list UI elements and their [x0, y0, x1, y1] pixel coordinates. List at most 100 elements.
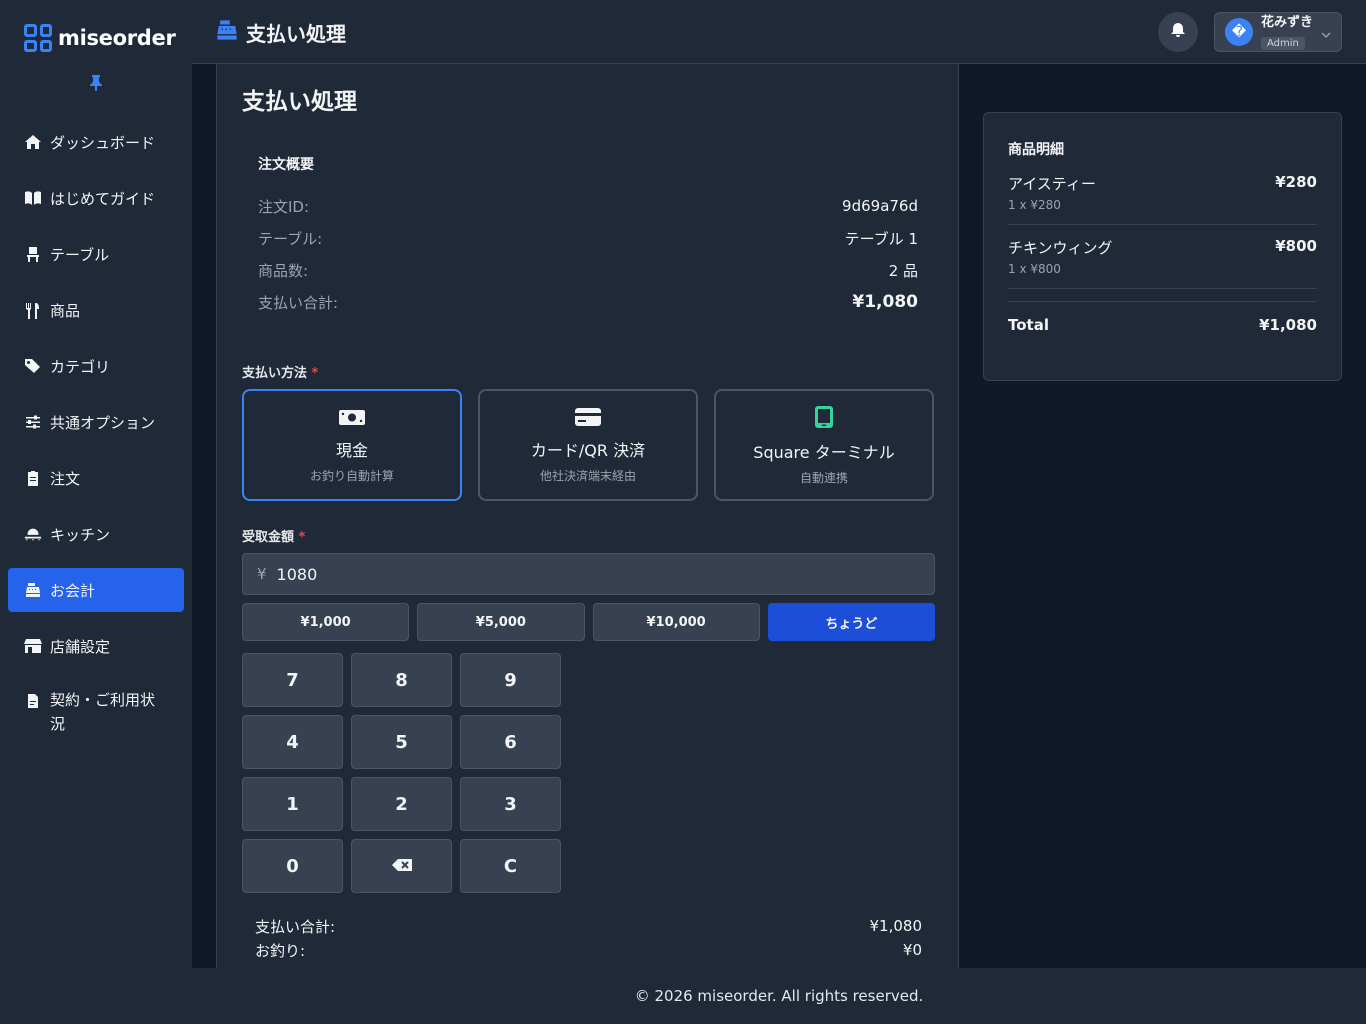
- order-summary-heading: 注文概要: [258, 157, 314, 173]
- keypad-2-button[interactable]: 2: [351, 777, 452, 831]
- sidebar-item-label: 注文: [50, 469, 81, 488]
- method-square-terminal-button[interactable]: Square ターミナル 自動連携: [714, 389, 934, 501]
- keypad-4-button[interactable]: 4: [242, 715, 343, 769]
- sidebar-item-tables[interactable]: テーブル: [8, 232, 184, 276]
- sidebar-item-categories[interactable]: カテゴリ: [8, 344, 184, 388]
- quick-amount-buttons: ¥1,000 ¥5,000 ¥10,000 ちょうど: [242, 603, 935, 641]
- avatar: �: [1225, 18, 1253, 46]
- keypad-backspace-button[interactable]: [351, 839, 452, 893]
- sidebar-item-contract[interactable]: 契約・ご利用状況: [8, 680, 184, 736]
- sidebar-item-label: キッチン: [50, 525, 111, 544]
- received-amount-field[interactable]: ¥: [242, 553, 935, 595]
- sidebar-item-label: 店舗設定: [50, 637, 111, 656]
- sidebar-item-label: 共通オプション: [50, 413, 156, 432]
- credit-card-icon: [574, 407, 602, 431]
- tags-icon: [24, 357, 42, 375]
- book-icon: [24, 189, 42, 207]
- tablet-icon: [814, 405, 834, 433]
- top-header: 支払い処理 � 花みずき Admin: [192, 0, 1366, 64]
- keypad-5-button[interactable]: 5: [351, 715, 452, 769]
- list-item: アイスティー ¥280 1 x ¥280: [1008, 173, 1317, 225]
- footer: © 2026 miseorder. All rights reserved.: [192, 968, 1366, 1024]
- currency-prefix: ¥: [257, 565, 267, 583]
- payment-calculation: 支払い合計: ¥1,080 お釣り: ¥0: [255, 914, 922, 962]
- sidebar-item-dashboard[interactable]: ダッシュボード: [8, 120, 184, 164]
- keypad-0-button[interactable]: 0: [242, 839, 343, 893]
- keypad-1-button[interactable]: 1: [242, 777, 343, 831]
- received-amount-label: 受取金額 *: [242, 530, 306, 545]
- payment-panel: 支払い処理 注文概要 注文ID: 9d69a76d テーブル: テーブル 1 商…: [216, 64, 959, 968]
- method-cash-button[interactable]: 現金 お釣り自動計算: [242, 389, 462, 501]
- utensils-icon: [24, 301, 42, 319]
- sidebar-item-guide[interactable]: はじめてガイド: [8, 176, 184, 220]
- page-title: 支払い処理: [242, 89, 357, 115]
- header-title-text: 支払い処理: [246, 22, 346, 46]
- home-icon: [24, 133, 42, 151]
- user-role-badge: Admin: [1261, 36, 1305, 50]
- cash-register-icon: [24, 581, 42, 599]
- sidebar-item-label: 商品: [50, 301, 81, 320]
- backspace-icon: [391, 856, 413, 877]
- sidebar-item-products[interactable]: 商品: [8, 288, 184, 332]
- detail-total-row: Total ¥1,080: [1008, 316, 1317, 334]
- received-amount-input[interactable]: [276, 564, 877, 584]
- sidebar-item-checkout[interactable]: お会計: [8, 568, 184, 612]
- bell-icon: [1171, 22, 1185, 42]
- user-name: 花みずき: [1261, 14, 1314, 30]
- brand-logo[interactable]: miseorder: [24, 24, 176, 52]
- item-quantity: 1 x ¥800: [1008, 262, 1061, 276]
- payment-method-label: 支払い方法 *: [242, 366, 319, 381]
- header-title: 支払い処理: [216, 18, 346, 47]
- item-detail-panel: 商品明細 アイスティー ¥280 1 x ¥280 チキンウィング ¥800 1…: [983, 112, 1342, 381]
- calc-total-row: 支払い合計: ¥1,080: [255, 917, 922, 936]
- cash-icon: [338, 407, 366, 431]
- sidebar: miseorder ダッシュボード はじめてガイド テーブル 商品 カテゴリ 共…: [0, 0, 192, 1024]
- sidebar-nav: ダッシュボード はじめてガイド テーブル 商品 カテゴリ 共通オプション 注文: [8, 120, 184, 748]
- item-price: ¥280: [1275, 173, 1317, 191]
- sidebar-item-label: はじめてガイド: [50, 189, 156, 208]
- payment-method-options: 現金 お釣り自動計算 カード/QR 決済 他社決済端末経由 Square ターミ…: [242, 389, 935, 501]
- sidebar-item-options[interactable]: 共通オプション: [8, 400, 184, 444]
- sidebar-item-orders[interactable]: 注文: [8, 456, 184, 500]
- sidebar-item-kitchen[interactable]: キッチン: [8, 512, 184, 556]
- quick-amount-1000-button[interactable]: ¥1,000: [242, 603, 410, 641]
- divider: [1008, 301, 1317, 302]
- item-name: チキンウィング: [1008, 239, 1113, 257]
- method-card-qr-button[interactable]: カード/QR 決済 他社決済端末経由: [478, 389, 698, 501]
- chair-icon: [24, 245, 42, 263]
- sidebar-item-store-settings[interactable]: 店舗設定: [8, 624, 184, 668]
- contract-icon: [24, 692, 42, 710]
- store-icon: [24, 637, 42, 655]
- cash-register-icon: [216, 19, 238, 46]
- sidebar-item-label: カテゴリ: [50, 357, 111, 376]
- keypad-6-button[interactable]: 6: [460, 715, 561, 769]
- quick-amount-10000-button[interactable]: ¥10,000: [592, 603, 760, 641]
- calc-change-row: お釣り: ¥0: [255, 941, 922, 960]
- notification-button[interactable]: [1158, 12, 1198, 52]
- kitchen-icon: [24, 525, 42, 543]
- quick-amount-5000-button[interactable]: ¥5,000: [417, 603, 585, 641]
- summary-row-total: 支払い合計: ¥1,080: [258, 292, 918, 312]
- keypad-clear-button[interactable]: C: [460, 839, 561, 893]
- keypad-3-button[interactable]: 3: [460, 777, 561, 831]
- item-price: ¥800: [1275, 237, 1317, 255]
- summary-row-item-count: 商品数: 2 品: [258, 261, 918, 280]
- clipboard-icon: [24, 469, 42, 487]
- keypad-9-button[interactable]: 9: [460, 653, 561, 707]
- exact-amount-button[interactable]: ちょうど: [767, 603, 935, 641]
- numeric-keypad: 7 8 9 4 5 6 1 2 3 0 C: [242, 653, 561, 893]
- sliders-icon: [24, 413, 42, 431]
- list-item: チキンウィング ¥800 1 x ¥800: [1008, 237, 1317, 289]
- chevron-down-icon: [1321, 23, 1331, 42]
- qr-logo-icon: [24, 24, 52, 52]
- sidebar-item-label: テーブル: [50, 245, 110, 264]
- pin-icon[interactable]: [88, 74, 104, 92]
- footer-text: © 2026 miseorder. All rights reserved.: [634, 987, 924, 1005]
- user-menu-button[interactable]: � 花みずき Admin: [1214, 12, 1342, 52]
- item-quantity: 1 x ¥280: [1008, 198, 1061, 212]
- sidebar-item-label: ダッシュボード: [50, 133, 156, 152]
- keypad-8-button[interactable]: 8: [351, 653, 452, 707]
- brand-name: miseorder: [58, 26, 176, 50]
- keypad-7-button[interactable]: 7: [242, 653, 343, 707]
- summary-row-table: テーブル: テーブル 1: [258, 229, 918, 248]
